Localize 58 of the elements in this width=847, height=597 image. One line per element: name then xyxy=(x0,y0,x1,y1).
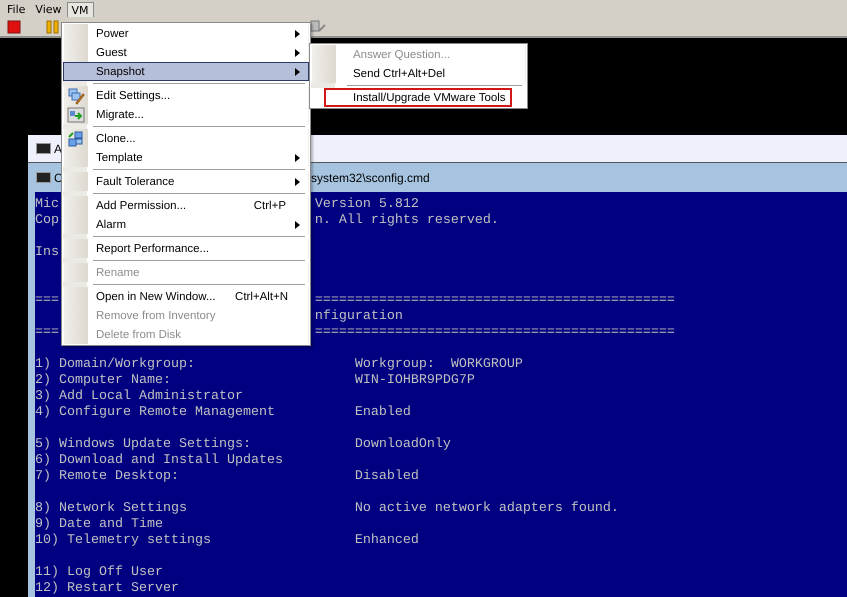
submenu-arrow-icon xyxy=(294,154,300,162)
submenu-arrow-icon xyxy=(294,178,300,186)
menu-item[interactable]: Snapshot xyxy=(63,62,309,81)
toolbar-icon[interactable] xyxy=(310,18,326,34)
submenu-arrow-icon xyxy=(294,48,300,56)
menu-item[interactable]: Clone... xyxy=(63,129,309,148)
setting-value: Workgroup: WORKGROUP xyxy=(354,357,523,373)
console-text: Ins xyxy=(35,245,59,261)
console-menu-option: 2) Computer Name: xyxy=(35,373,171,389)
console-text: Mic xyxy=(35,197,59,213)
menu-item[interactable]: Power xyxy=(63,24,309,43)
menu-item[interactable]: Edit Settings... xyxy=(63,86,309,105)
menu-item[interactable]: Alarm xyxy=(63,215,309,234)
menu-bar-item[interactable]: View xyxy=(30,2,67,17)
console-menu-option: 12) Restart Server xyxy=(35,581,179,597)
setting-value: Enabled xyxy=(354,405,411,421)
setting-value: No active network adapters found. xyxy=(354,501,619,517)
menu-bar-item[interactable]: File xyxy=(2,2,30,17)
console-icon xyxy=(36,172,51,183)
console-menu-option: 10) Telemetry settings xyxy=(35,533,211,549)
menu-item[interactable]: Report Performance... xyxy=(63,239,309,258)
menu-bar-item[interactable]: VM xyxy=(66,2,94,17)
console-text: n. All rights reserved. xyxy=(314,213,499,229)
console-text: Cop xyxy=(35,213,59,229)
window-title: system32\sconfig.cmd xyxy=(311,170,430,184)
console-menu-option: 1) Domain/Workgroup: xyxy=(35,357,195,373)
menu-item[interactable]: Migrate... xyxy=(63,105,309,124)
setting-value: Disabled xyxy=(354,469,419,485)
menu-item[interactable]: Template xyxy=(63,148,309,167)
console-text: === xyxy=(35,325,59,341)
console-menu-option: 8) Network Settings xyxy=(35,501,187,517)
setting-value: DownloadOnly xyxy=(354,437,451,453)
menu-item[interactable]: Add Permission... Ctrl+P xyxy=(63,196,309,215)
menu-item[interactable]: Guest xyxy=(63,43,309,62)
console-text: ============================================= xyxy=(314,325,675,341)
console-menu-option: 4) Configure Remote Management xyxy=(35,405,275,421)
setting-value: WIN-IOHBR9PDG7P xyxy=(354,373,475,389)
console-icon xyxy=(36,143,51,154)
stop-icon[interactable] xyxy=(7,20,21,34)
menu-item[interactable]: Open in New Window... Ctrl+Alt+N xyxy=(63,287,309,306)
console-text: ============================================= xyxy=(314,293,675,309)
console-text: Version 5.812 xyxy=(314,197,419,213)
console-menu-option: 5) Windows Update Settings: xyxy=(35,437,251,453)
submenu-arrow-icon xyxy=(294,220,300,228)
console-menu-option: 6) Download and Install Updates xyxy=(35,453,283,469)
menu-item[interactable]: Send Ctrl+Alt+Del xyxy=(311,64,526,83)
console-menu-option: 11) Log Off User xyxy=(35,565,163,581)
console-menu-option: 9) Date and Time xyxy=(35,517,163,533)
pause-icon[interactable] xyxy=(46,20,60,34)
menu-item[interactable]: Install/Upgrade VMware Tools xyxy=(324,88,512,107)
submenu-arrow-icon xyxy=(294,68,300,76)
menu-item[interactable]: Fault Tolerance xyxy=(63,172,309,191)
setting-value: Enhanced xyxy=(354,533,419,549)
console-text: nfiguration xyxy=(314,309,403,325)
submenu-arrow-icon xyxy=(294,30,300,38)
console-text: === xyxy=(35,293,59,309)
console-menu-option: 3) Add Local Administrator xyxy=(35,389,243,405)
console-menu-option: 7) Remote Desktop: xyxy=(35,469,179,485)
